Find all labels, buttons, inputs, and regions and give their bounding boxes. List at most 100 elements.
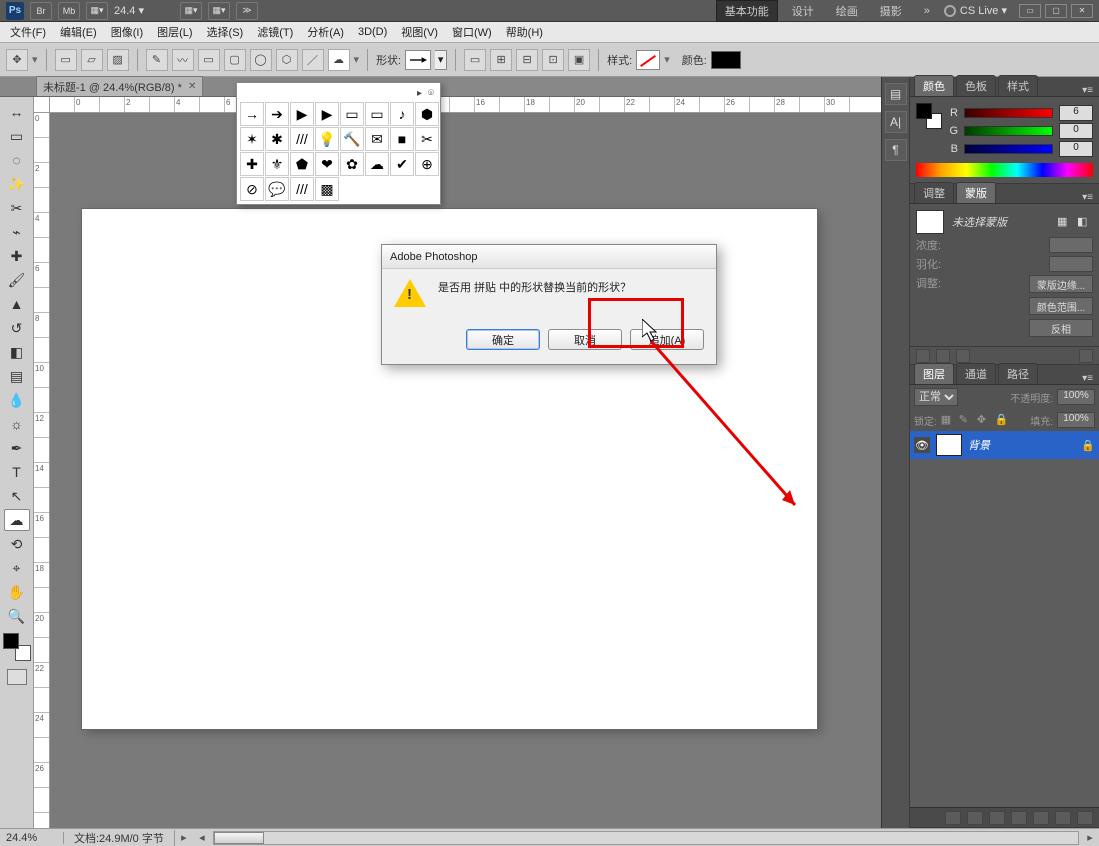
status-docinfo[interactable]: 文档:24.9M/0 字节	[64, 830, 175, 846]
panel-menu-icon[interactable]: ▾≡	[1076, 192, 1099, 203]
shape-square[interactable]: ■	[390, 127, 414, 151]
fg-bg-swatch[interactable]	[3, 633, 31, 661]
history-brush-tool[interactable]: ↺	[4, 317, 30, 339]
shape-dropdown[interactable]: ▾	[435, 50, 447, 70]
mask-footer-icon[interactable]	[916, 349, 930, 363]
hand-tool[interactable]: ✋	[4, 581, 30, 603]
shape-speech[interactable]: 💬	[265, 177, 289, 201]
shape-picker-flyout[interactable]: ▸ ⌾ → ➔ ▶ ▶ ▭ ▭ ♪ ⬢ ✶ ✱ /// 💡 🔨 ✉ ■ ✂ ✚ …	[236, 82, 441, 205]
shape-grass[interactable]: ///	[290, 127, 314, 151]
b-value[interactable]: 0	[1059, 141, 1093, 157]
extra-button[interactable]: ≫	[236, 2, 258, 20]
style-none[interactable]	[636, 50, 660, 70]
status-zoom[interactable]: 24.4%	[0, 832, 64, 844]
paths-button[interactable]: ▱	[81, 49, 103, 71]
shape-arrow-bold[interactable]: ➔	[265, 102, 289, 126]
workspace-tab-photo[interactable]: 摄影	[872, 1, 910, 21]
vector-mask-icon[interactable]: ◧	[1077, 215, 1093, 229]
shape-arrow-head[interactable]: ▶	[290, 102, 314, 126]
zoom-level[interactable]: 24.4 ▾	[114, 4, 174, 17]
flyout-menu-arrow[interactable]: ▸	[417, 88, 422, 99]
density-field[interactable]	[1049, 237, 1093, 253]
color-swatch[interactable]	[711, 51, 741, 69]
shape-flower[interactable]: ✿	[340, 152, 364, 176]
lasso-tool[interactable]: ◌	[4, 149, 30, 171]
fill-pixels-button[interactable]: ▨	[107, 49, 129, 71]
marquee-tool[interactable]: ▭	[4, 125, 30, 147]
move-tool[interactable]: ↔	[4, 101, 30, 123]
shape-layers-button[interactable]: ▭	[55, 49, 77, 71]
menu-help[interactable]: 帮助(H)	[500, 22, 549, 42]
mask-footer-icon[interactable]	[936, 349, 950, 363]
tab-adjustments[interactable]: 调整	[914, 182, 954, 203]
scroll-left-icon[interactable]: ◂	[193, 831, 211, 844]
document-tab[interactable]: 未标题-1 @ 24.4%(RGB/8) * ✕	[36, 76, 203, 96]
tab-layers[interactable]: 图层	[914, 363, 954, 384]
shape-hammer[interactable]: 🔨	[340, 127, 364, 151]
g-slider[interactable]	[964, 126, 1053, 136]
menu-filter[interactable]: 滤镜(T)	[251, 22, 299, 42]
scroll-right-icon[interactable]: ▸	[1081, 831, 1099, 844]
shape-note[interactable]: ♪	[390, 102, 414, 126]
rect-icon[interactable]: ▭	[198, 49, 220, 71]
tab-styles[interactable]: 样式	[998, 75, 1038, 96]
mask-icon[interactable]	[989, 811, 1005, 825]
3d-tool[interactable]: ⟲	[4, 533, 30, 555]
minibridge-button[interactable]: Mb	[58, 2, 80, 20]
shape-hex[interactable]: ⬢	[415, 102, 439, 126]
menu-window[interactable]: 窗口(W)	[446, 22, 498, 42]
custom-shape-tool[interactable]: ☁	[4, 509, 30, 531]
panel-fg-swatch[interactable]	[916, 103, 932, 119]
menu-select[interactable]: 选择(S)	[201, 22, 250, 42]
workspace-tab-essentials[interactable]: 基本功能	[716, 0, 778, 22]
shape-preview[interactable]	[405, 50, 431, 70]
bridge-button[interactable]: Br	[30, 2, 52, 20]
min-button[interactable]: ▭	[1019, 4, 1041, 18]
menu-analysis[interactable]: 分析(A)	[301, 22, 350, 42]
status-menu-arrow[interactable]: ▸	[175, 831, 193, 844]
custom-shape-icon[interactable]: ☁	[328, 49, 350, 71]
doc-layout-button[interactable]: ▦▾	[208, 2, 230, 20]
layer-thumb[interactable]	[936, 434, 962, 456]
lock-paint-icon[interactable]: ✎	[959, 413, 973, 427]
blend-mode-select[interactable]: 正常	[914, 388, 958, 406]
shape-check[interactable]: ✔	[390, 152, 414, 176]
r-value[interactable]: 6	[1059, 105, 1093, 121]
shape-frame2[interactable]: ▭	[365, 102, 389, 126]
paragraph-panel-icon[interactable]: ¶	[885, 139, 907, 161]
append-button[interactable]: 追加(A)	[630, 329, 704, 350]
combine-add-icon[interactable]: ⊞	[490, 49, 512, 71]
menu-view[interactable]: 视图(V)	[395, 22, 444, 42]
trash-icon[interactable]	[1079, 349, 1093, 363]
shape-arrow-solid[interactable]: ▶	[315, 102, 339, 126]
shape-envelope[interactable]: ✉	[365, 127, 389, 151]
menu-layer[interactable]: 图层(L)	[151, 22, 198, 42]
menu-image[interactable]: 图像(I)	[105, 22, 149, 42]
screenmode-button[interactable]: ▦▾	[86, 2, 108, 20]
b-slider[interactable]	[964, 144, 1053, 154]
eyedropper-tool[interactable]: ⌁	[4, 221, 30, 243]
menu-edit[interactable]: 编辑(E)	[54, 22, 103, 42]
spectrum-bar[interactable]	[916, 163, 1093, 177]
group-icon[interactable]	[1033, 811, 1049, 825]
pen-tool[interactable]: ✒	[4, 437, 30, 459]
cslive-button[interactable]: CS Live ▾	[944, 4, 1007, 17]
shape-pentagon[interactable]: ⬟	[290, 152, 314, 176]
eraser-tool[interactable]: ◧	[4, 341, 30, 363]
shape-heart[interactable]: ❤	[315, 152, 339, 176]
fg-color-swatch[interactable]	[3, 633, 19, 649]
menu-file[interactable]: 文件(F)	[4, 22, 52, 42]
close-button[interactable]: ✕	[1071, 4, 1093, 18]
tab-channels[interactable]: 通道	[956, 363, 996, 384]
invert-button[interactable]: 反相	[1029, 319, 1093, 337]
history-panel-icon[interactable]: ▤	[885, 83, 907, 105]
close-icon[interactable]: ✕	[188, 81, 196, 92]
quickmask-toggle[interactable]	[7, 669, 27, 685]
combine-new-icon[interactable]: ▭	[464, 49, 486, 71]
polygon-icon[interactable]: ⬡	[276, 49, 298, 71]
tab-swatches[interactable]: 色板	[956, 75, 996, 96]
combine-sub-icon[interactable]: ⊟	[516, 49, 538, 71]
dodge-tool[interactable]: ☼	[4, 413, 30, 435]
gradient-tool[interactable]: ▤	[4, 365, 30, 387]
lock-all-icon[interactable]: 🔒	[995, 413, 1009, 427]
